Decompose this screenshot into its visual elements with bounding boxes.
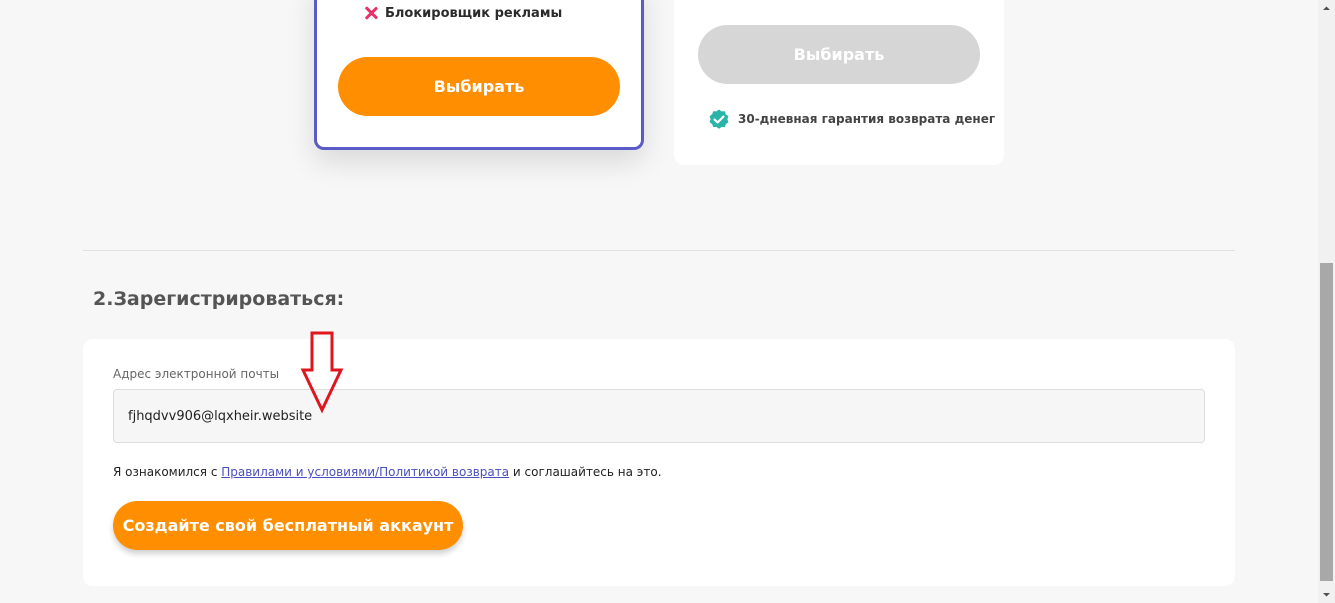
cross-icon [362,4,380,22]
feature-row-adblock: Блокировщик рекламы [362,3,562,23]
scroll-up-icon[interactable] [1318,0,1335,17]
terms-text: Я ознакомился с Правилами и условиями/По… [113,465,662,479]
money-back-guarantee: 30-дневная гарантия возврата денег [707,107,995,131]
select-plan-button-disabled[interactable]: Выбирать [698,25,980,84]
feature-label: Блокировщик рекламы [385,5,563,21]
email-label: Адрес электронной почты [113,367,280,381]
scroll-down-icon[interactable] [1318,586,1335,603]
select-plan-button[interactable]: Выбирать [338,57,620,116]
check-badge-icon [709,109,729,129]
create-account-button[interactable]: Создайте свой бесплатный аккаунт [113,501,463,550]
guarantee-text: 30-дневная гарантия возврата денег [738,112,996,126]
email-input[interactable] [113,389,1205,443]
section-divider [83,250,1235,251]
terms-suffix: и соглашайтесь на это. [509,465,662,479]
terms-link[interactable]: Правилами и условиями/Политикой возврата [221,465,509,479]
section-title: 2.Зарегистрироваться: [93,288,345,310]
scrollbar-thumb[interactable] [1320,263,1333,581]
down-arrow-icon [300,331,344,414]
terms-prefix: Я ознакомился с [113,465,222,479]
